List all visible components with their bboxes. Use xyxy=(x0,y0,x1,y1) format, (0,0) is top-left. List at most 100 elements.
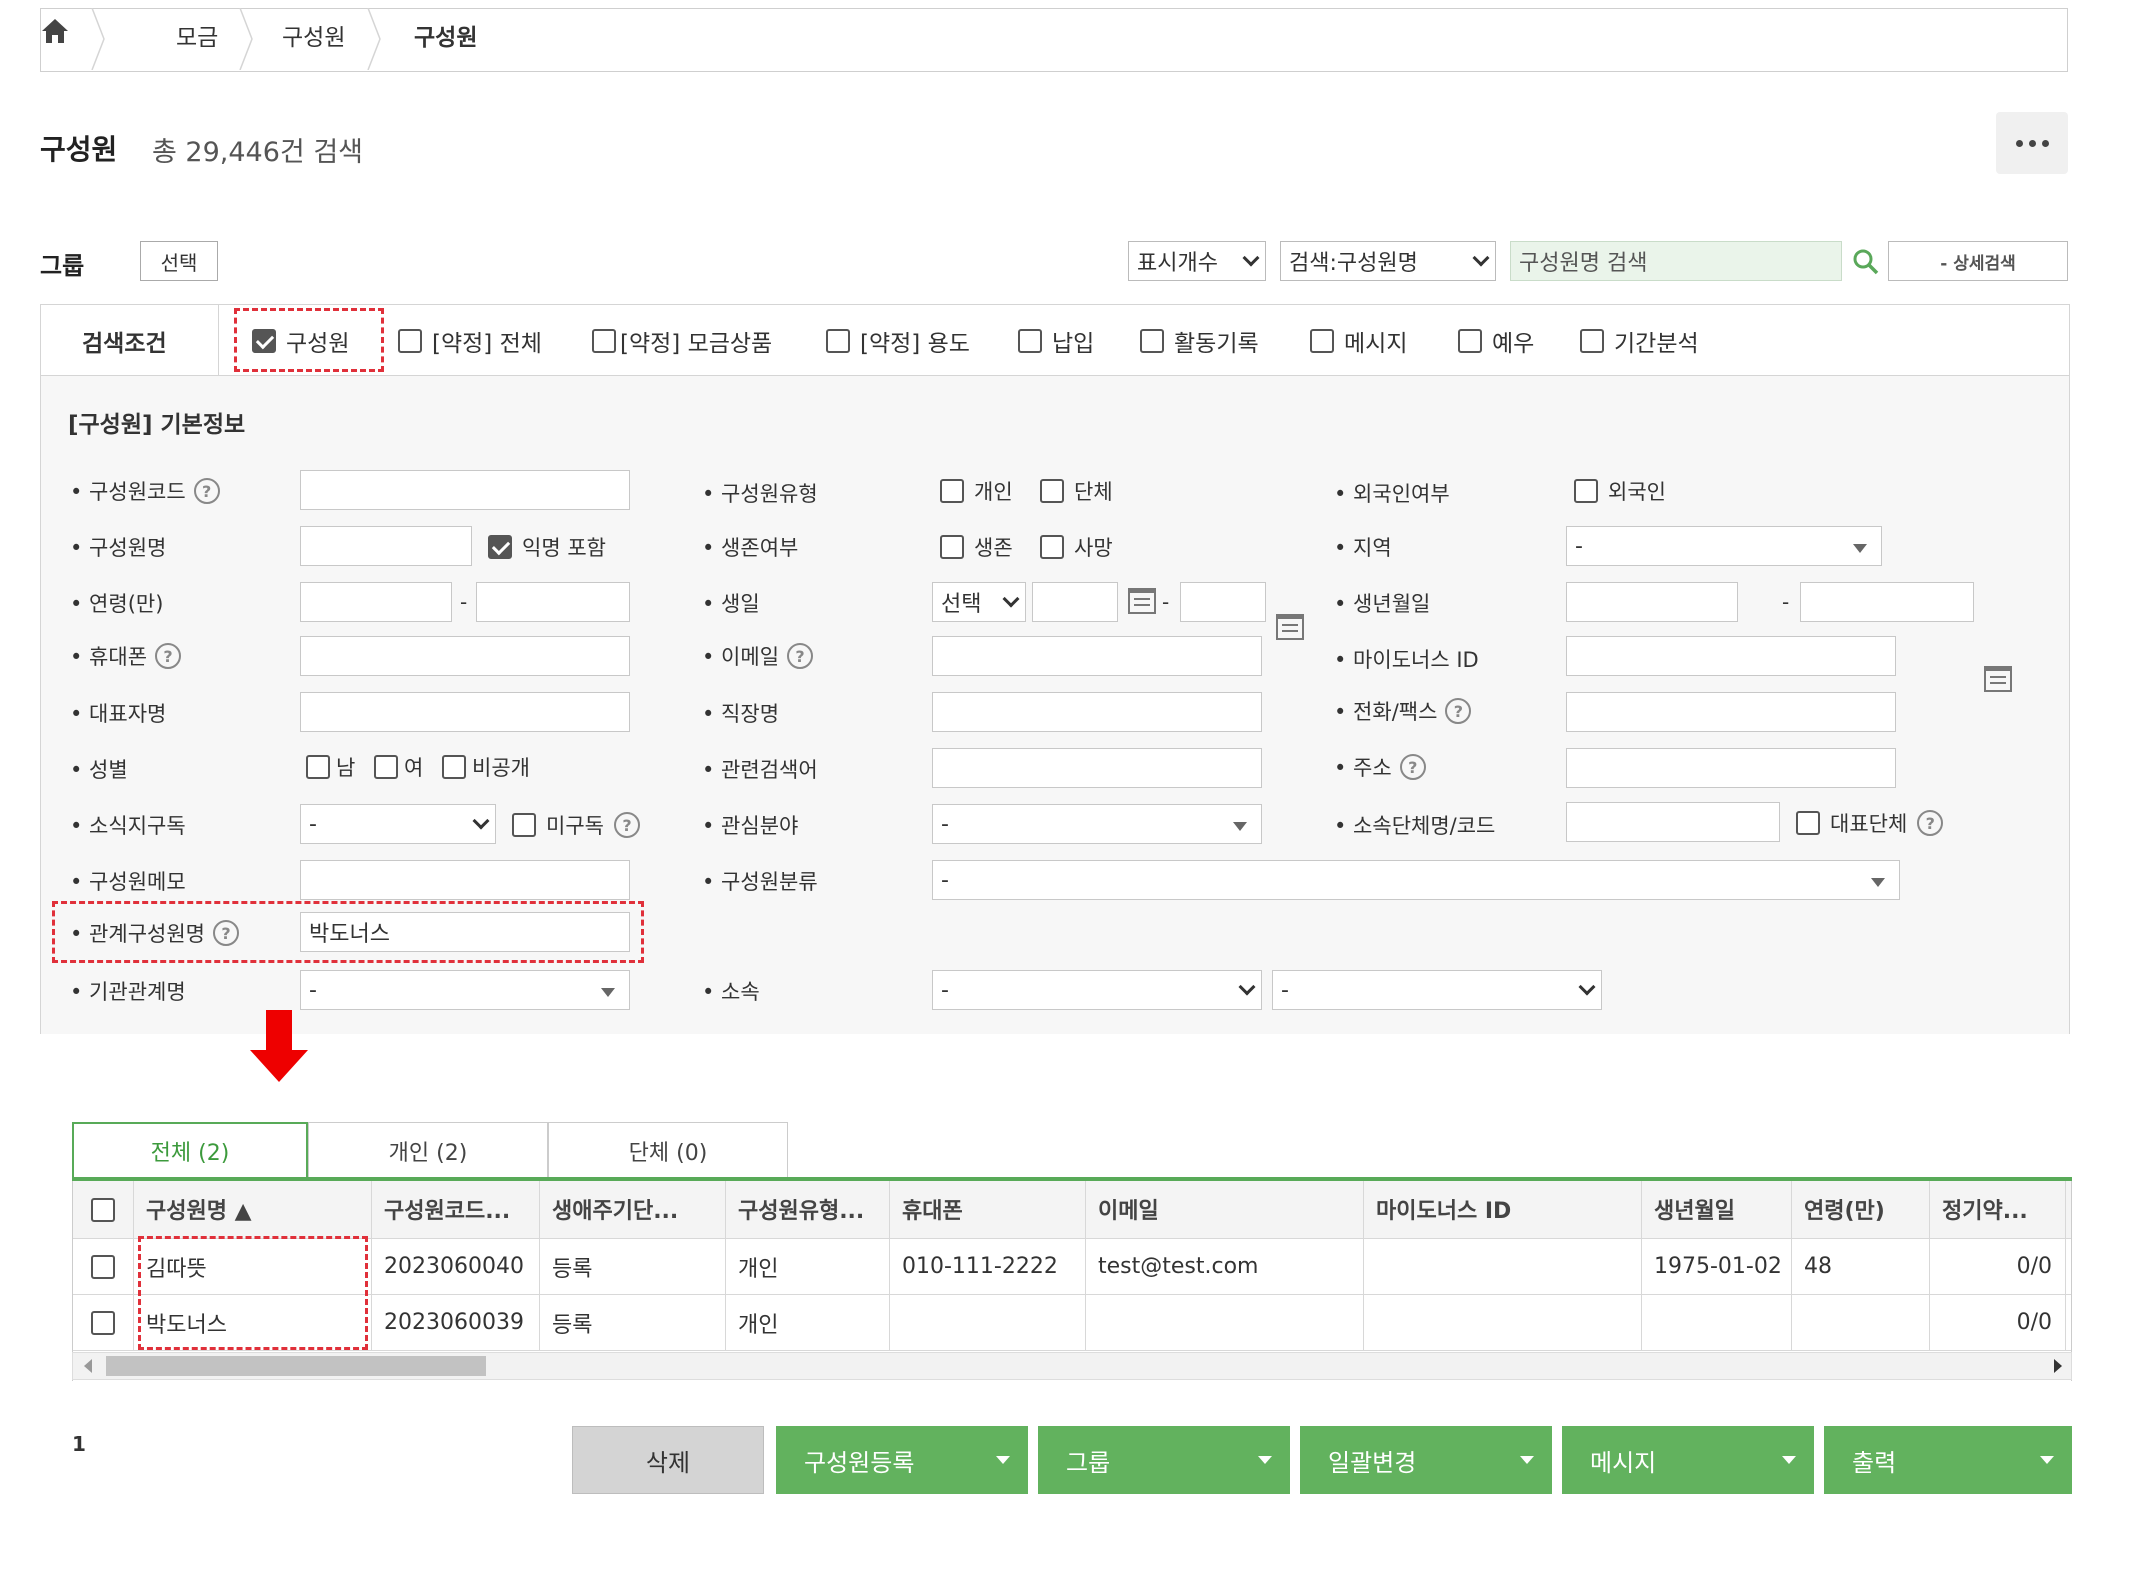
col-birthdate[interactable]: 생년월일 xyxy=(1642,1181,1790,1237)
print-button[interactable]: 출력 xyxy=(1824,1426,2072,1494)
col-mobile[interactable]: 휴대폰 xyxy=(890,1181,1084,1237)
detail-search-button[interactable]: - 상세검색 xyxy=(1888,241,2068,281)
checkbox[interactable] xyxy=(1040,479,1064,503)
checkbox[interactable] xyxy=(512,813,536,837)
option-dead[interactable]: 사망 xyxy=(1040,532,1113,562)
mydonors-id-input[interactable] xyxy=(1566,636,1896,676)
member-code-input[interactable] xyxy=(300,470,630,510)
scroll-left-icon[interactable] xyxy=(84,1359,92,1373)
search-input[interactable]: 구성원명 검색 xyxy=(1510,241,1842,281)
col-member-name[interactable]: 구성원명 ▲ xyxy=(134,1181,370,1237)
help-icon[interactable]: ? xyxy=(787,643,814,669)
checkbox[interactable] xyxy=(488,535,512,559)
option-individual[interactable]: 개인 xyxy=(940,476,1013,506)
condition-pledge-purpose[interactable]: [약정] 용도 xyxy=(826,324,970,358)
calendar-icon[interactable] xyxy=(1984,666,2012,692)
checkbox[interactable] xyxy=(826,329,850,353)
col-age[interactable]: 연령(만) xyxy=(1792,1181,1928,1237)
checkbox[interactable] xyxy=(592,329,616,353)
checkbox[interactable] xyxy=(1040,535,1064,559)
interest-select[interactable]: - xyxy=(932,804,1262,844)
tab-all[interactable]: 전체 (2) xyxy=(72,1122,308,1178)
group-select-button[interactable]: 선택 xyxy=(140,241,218,281)
checkbox[interactable] xyxy=(1796,811,1820,835)
home-icon[interactable] xyxy=(40,16,70,46)
keyword-input[interactable] xyxy=(932,748,1262,788)
col-member-type[interactable]: 구성원유형... xyxy=(726,1181,888,1237)
message-button[interactable]: 메시지 xyxy=(1562,1426,1814,1494)
birthday-from-input[interactable] xyxy=(1032,582,1118,622)
tab-group[interactable]: 단체 (0) xyxy=(548,1122,788,1178)
checkbox[interactable] xyxy=(442,755,466,779)
col-email[interactable]: 이메일 xyxy=(1086,1181,1362,1237)
group-button[interactable]: 그룹 xyxy=(1038,1426,1290,1494)
group-name-input[interactable] xyxy=(1566,802,1780,842)
scroll-right-icon[interactable] xyxy=(2054,1359,2062,1373)
option-male[interactable]: 남 xyxy=(306,752,355,782)
col-member-code[interactable]: 구성원코드... xyxy=(372,1181,538,1237)
rep-name-input[interactable] xyxy=(300,692,630,732)
memo-input[interactable] xyxy=(300,860,630,900)
checkbox[interactable] xyxy=(398,329,422,353)
tab-individual[interactable]: 개인 (2) xyxy=(308,1122,548,1178)
page-number[interactable]: 1 xyxy=(72,1432,86,1456)
region-select[interactable]: - xyxy=(1566,526,1882,566)
birthday-type-select[interactable]: 선택 xyxy=(932,582,1026,622)
scrollbar-thumb[interactable] xyxy=(106,1356,486,1376)
checkbox[interactable] xyxy=(306,755,330,779)
condition-activity[interactable]: 활동기록 xyxy=(1140,324,1259,358)
email-input[interactable] xyxy=(932,636,1262,676)
checkbox[interactable] xyxy=(940,479,964,503)
display-count-select[interactable]: 표시개수 xyxy=(1128,241,1266,281)
condition-payment[interactable]: 납입 xyxy=(1018,324,1094,358)
checkbox[interactable] xyxy=(1018,329,1042,353)
help-icon[interactable]: ? xyxy=(1445,698,1472,724)
checkbox[interactable] xyxy=(1458,329,1482,353)
row-checkbox[interactable] xyxy=(91,1254,115,1279)
help-icon[interactable]: ? xyxy=(155,643,182,669)
member-name-input[interactable] xyxy=(300,526,472,566)
condition-courtesy[interactable]: 예우 xyxy=(1458,324,1534,358)
option-rep-group[interactable]: 대표단체? xyxy=(1796,808,1944,838)
bulk-change-button[interactable]: 일괄변경 xyxy=(1300,1426,1552,1494)
birthday-to-input[interactable] xyxy=(1180,582,1266,622)
calendar-icon[interactable] xyxy=(1276,614,1304,640)
search-field-select[interactable]: 검색:구성원명 xyxy=(1280,241,1496,281)
condition-member[interactable]: 구성원 xyxy=(252,324,349,358)
col-mydonors-id[interactable]: 마이도너스 ID xyxy=(1364,1181,1640,1237)
help-icon[interactable]: ? xyxy=(1917,810,1944,836)
select-all-checkbox[interactable] xyxy=(91,1198,115,1222)
option-female[interactable]: 여 xyxy=(374,752,423,782)
age-to-input[interactable] xyxy=(476,582,630,622)
breadcrumb-item-fundraising[interactable]: 모금 xyxy=(176,18,218,52)
option-foreigner[interactable]: 외국인 xyxy=(1574,476,1666,506)
classification-select[interactable]: - xyxy=(932,860,1900,900)
checkbox[interactable] xyxy=(252,329,276,353)
option-anonymous[interactable]: 익명 포함 xyxy=(488,532,606,562)
checkbox[interactable] xyxy=(940,535,964,559)
checkbox[interactable] xyxy=(1310,329,1334,353)
col-regular-pledge[interactable]: 정기약... xyxy=(1930,1181,2064,1237)
address-input[interactable] xyxy=(1566,748,1896,788)
checkbox[interactable] xyxy=(1140,329,1164,353)
birthdate-from-input[interactable] xyxy=(1566,582,1738,622)
checkbox[interactable] xyxy=(1580,329,1604,353)
register-member-button[interactable]: 구성원등록 xyxy=(776,1426,1028,1494)
condition-message[interactable]: 메시지 xyxy=(1310,324,1407,358)
mobile-input[interactable] xyxy=(300,636,630,676)
workplace-input[interactable] xyxy=(932,692,1262,732)
option-group[interactable]: 단체 xyxy=(1040,476,1113,506)
row-checkbox[interactable] xyxy=(91,1310,115,1335)
option-private[interactable]: 비공개 xyxy=(442,752,530,782)
calendar-icon[interactable] xyxy=(1128,588,1156,614)
help-icon[interactable]: ? xyxy=(1399,754,1426,780)
affiliation-select-1[interactable]: - xyxy=(932,970,1262,1010)
help-icon[interactable]: ? xyxy=(613,812,640,838)
delete-button[interactable]: 삭제 xyxy=(572,1426,764,1494)
help-icon[interactable]: ? xyxy=(193,478,220,504)
condition-period[interactable]: 기간분석 xyxy=(1580,324,1699,358)
help-icon[interactable]: ? xyxy=(212,920,239,946)
newsletter-select[interactable]: - xyxy=(300,804,496,844)
relation-name-input[interactable]: 박도너스 xyxy=(300,912,630,952)
checkbox[interactable] xyxy=(374,755,398,779)
